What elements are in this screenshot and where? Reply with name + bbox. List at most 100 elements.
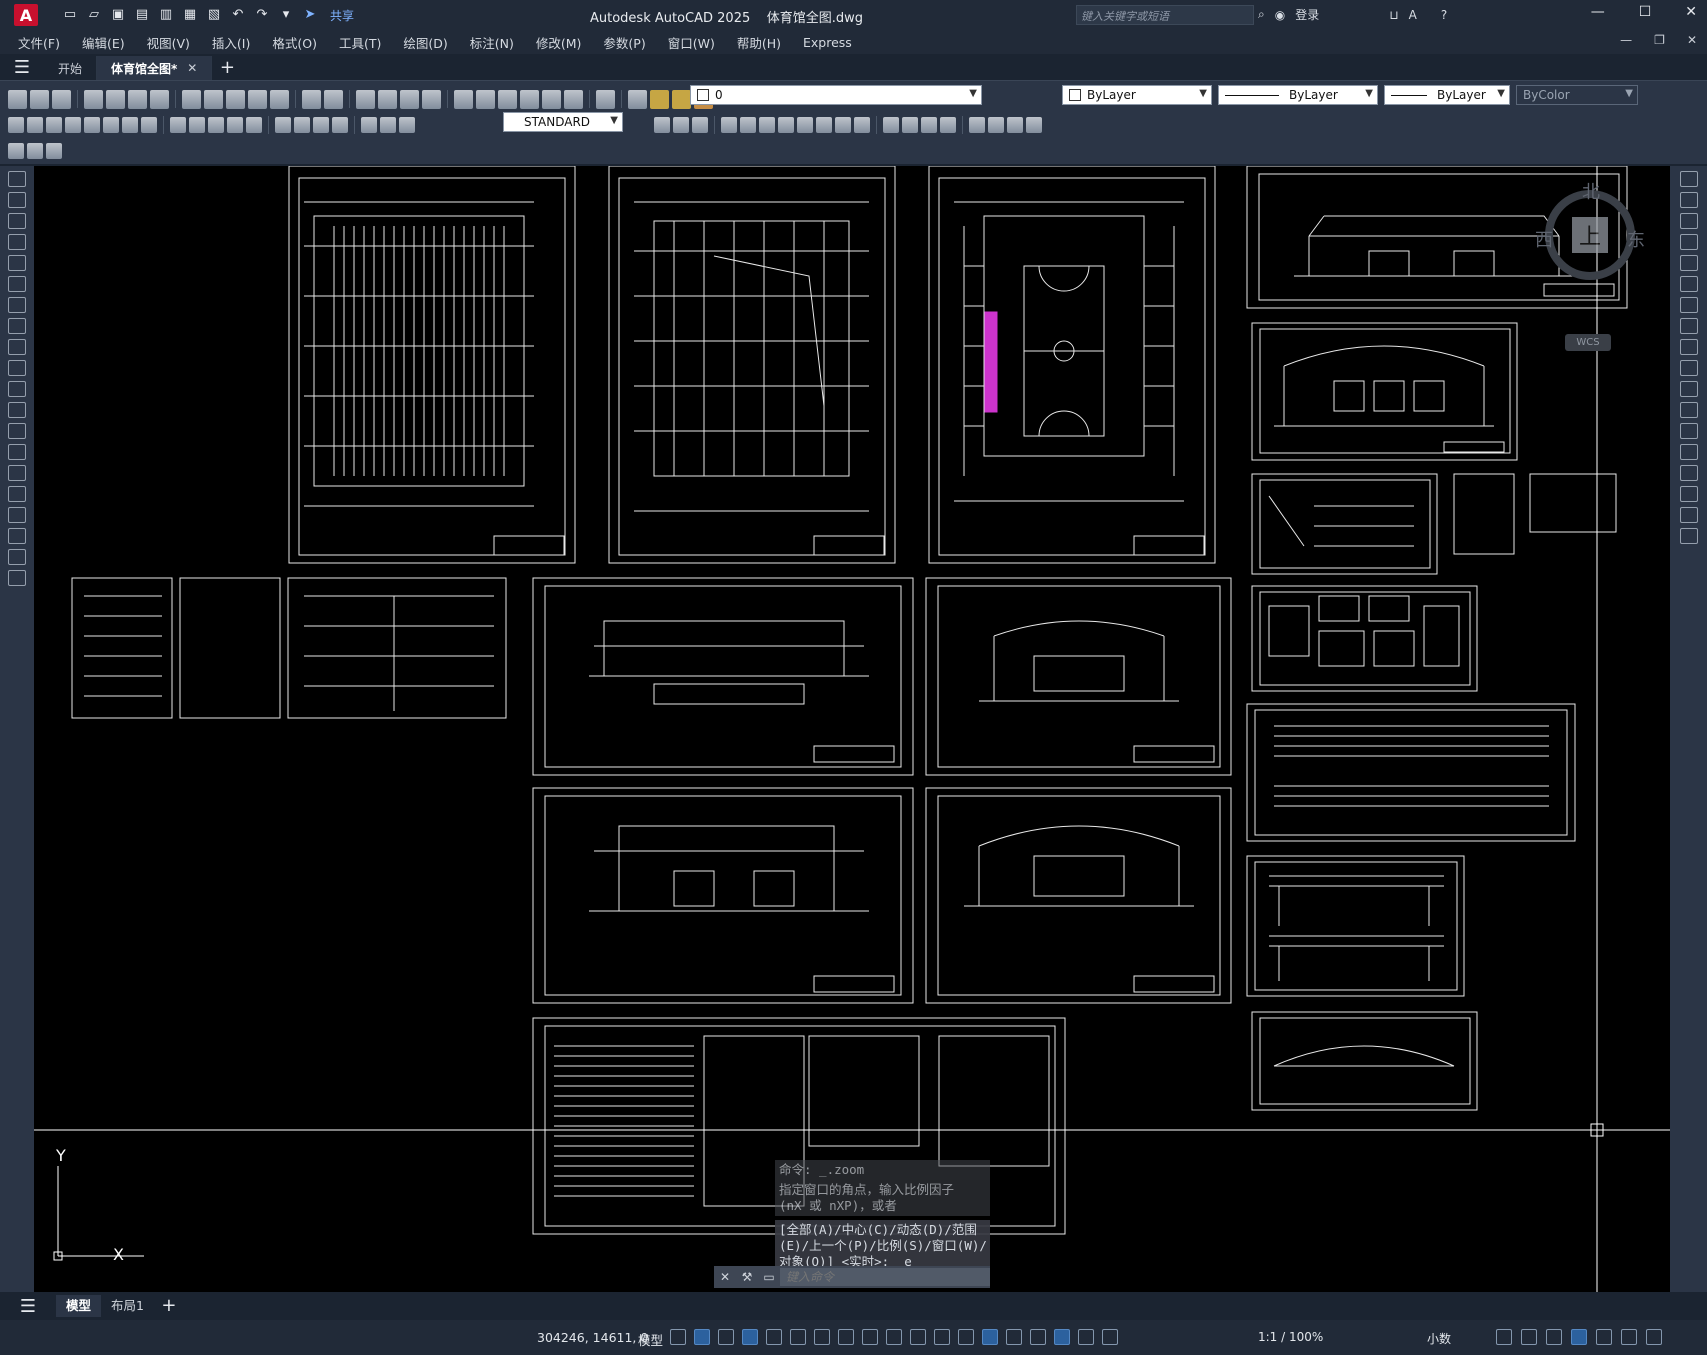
model-space-toggle[interactable]: 模型 bbox=[638, 1330, 663, 1349]
break-icon[interactable] bbox=[1679, 423, 1698, 439]
new-file-icon[interactable]: ▭ bbox=[62, 7, 78, 23]
menu-help[interactable]: 帮助(H) bbox=[737, 33, 781, 52]
coordinate-readout[interactable]: 304246, 14611, 0 bbox=[537, 1330, 648, 1345]
tb-sheetset-icon[interactable] bbox=[520, 89, 539, 109]
point-icon[interactable] bbox=[8, 444, 26, 460]
dynamic-input-icon[interactable] bbox=[742, 1329, 758, 1345]
new-tab-plus-icon[interactable]: + bbox=[212, 56, 242, 80]
line-tool-icon[interactable] bbox=[8, 171, 26, 187]
share-button[interactable]: 共享 bbox=[330, 7, 354, 24]
close-icon[interactable]: ✕ bbox=[1685, 4, 1697, 20]
dim-quick-icon[interactable] bbox=[170, 117, 186, 133]
mod-move-icon[interactable] bbox=[740, 117, 756, 133]
break-at-point-icon[interactable] bbox=[1679, 402, 1698, 418]
tb-undo-icon[interactable] bbox=[302, 89, 321, 109]
undo-icon[interactable]: ↶ bbox=[230, 7, 246, 23]
dim-jogline-icon[interactable] bbox=[332, 117, 348, 133]
tb-save-icon[interactable] bbox=[52, 89, 71, 109]
spline-icon[interactable] bbox=[8, 339, 26, 355]
hatch-icon[interactable] bbox=[8, 465, 26, 481]
save-as-icon[interactable]: ▤ bbox=[134, 7, 150, 23]
isodraft-icon[interactable] bbox=[814, 1329, 830, 1345]
menu-express[interactable]: Express bbox=[803, 35, 852, 50]
mtext-icon[interactable] bbox=[8, 549, 26, 565]
save-icon[interactable]: ▣ bbox=[110, 7, 126, 23]
tb-paste-icon[interactable] bbox=[226, 89, 245, 109]
tb-open-icon[interactable] bbox=[30, 89, 49, 109]
tb-layer-on-icon[interactable] bbox=[650, 89, 669, 109]
dim-space-icon[interactable] bbox=[227, 117, 243, 133]
revcloud-icon[interactable] bbox=[8, 318, 26, 334]
dim-textedit-icon[interactable] bbox=[380, 117, 396, 133]
viewcube[interactable]: 上 北 东 西 bbox=[1535, 180, 1645, 290]
quick-properties-icon[interactable] bbox=[1496, 1329, 1512, 1345]
tb-copy-icon[interactable] bbox=[204, 89, 223, 109]
dim-ordinate-icon[interactable] bbox=[65, 117, 81, 133]
3d-osnap-icon[interactable] bbox=[958, 1329, 974, 1345]
mod-erase-icon[interactable] bbox=[778, 117, 794, 133]
dim-inspect-icon[interactable] bbox=[313, 117, 329, 133]
fillet-icon[interactable] bbox=[1679, 486, 1698, 502]
extend-icon[interactable] bbox=[1679, 381, 1698, 397]
viewcube-top-face[interactable]: 上 bbox=[1572, 217, 1608, 253]
tb-cut-icon[interactable] bbox=[182, 89, 201, 109]
ellipse-icon[interactable] bbox=[8, 360, 26, 376]
command-customize-icon[interactable]: ⚒ bbox=[736, 1270, 758, 1284]
dim-radius-icon[interactable] bbox=[84, 117, 100, 133]
annotation-scale-readout[interactable]: 1:1 / 100% bbox=[1258, 1330, 1323, 1344]
object-snap-icon[interactable] bbox=[862, 1329, 878, 1345]
tab-close-icon[interactable]: ✕ bbox=[187, 61, 197, 75]
plotstyle-dropdown[interactable]: ByColor ▼ bbox=[1516, 85, 1638, 105]
tb-layer-freeze-icon[interactable] bbox=[672, 89, 691, 109]
mod-stretch-icon[interactable] bbox=[883, 117, 899, 133]
mod-rotate-icon[interactable] bbox=[759, 117, 775, 133]
maximize-icon[interactable]: ☐ bbox=[1639, 4, 1652, 20]
redo-icon[interactable]: ↷ bbox=[254, 7, 270, 23]
menu-tools[interactable]: 工具(T) bbox=[339, 33, 381, 52]
tb-plot-icon[interactable] bbox=[84, 89, 103, 109]
dim-arclength-icon[interactable] bbox=[46, 117, 62, 133]
tb-matchprop-icon[interactable] bbox=[248, 89, 267, 109]
mod-extend-icon[interactable] bbox=[921, 117, 937, 133]
menu-modify[interactable]: 修改(M) bbox=[536, 33, 582, 52]
scale-icon[interactable] bbox=[1679, 318, 1698, 334]
tab-start[interactable]: 开始 bbox=[44, 56, 98, 80]
tb-toolpalettes-icon[interactable] bbox=[498, 89, 517, 109]
polyline-icon[interactable] bbox=[8, 213, 26, 229]
mod-copy-icon[interactable] bbox=[797, 117, 813, 133]
clean-screen-icon[interactable] bbox=[1596, 1329, 1612, 1345]
menu-dimension[interactable]: 标注(N) bbox=[470, 33, 514, 52]
help-icon[interactable]: ? bbox=[1441, 8, 1447, 22]
dim-update-icon[interactable] bbox=[399, 117, 415, 133]
customization-icon[interactable] bbox=[1621, 1329, 1637, 1345]
extra-icon-3[interactable] bbox=[46, 143, 62, 159]
tb-new-icon[interactable] bbox=[8, 89, 27, 109]
move-icon[interactable] bbox=[1679, 276, 1698, 292]
stretch-icon[interactable] bbox=[1679, 339, 1698, 355]
gizmo-icon[interactable] bbox=[1030, 1329, 1046, 1345]
transparency-icon[interactable] bbox=[910, 1329, 926, 1345]
mod-explode-icon[interactable] bbox=[1007, 117, 1023, 133]
lock-ui-icon[interactable] bbox=[1521, 1329, 1537, 1345]
mod-break-icon[interactable] bbox=[940, 117, 956, 133]
tb-blockedit-icon[interactable] bbox=[270, 89, 289, 109]
mod-3d-icon-3[interactable] bbox=[692, 117, 708, 133]
region-icon[interactable] bbox=[8, 507, 26, 523]
mod-array-icon[interactable] bbox=[835, 117, 851, 133]
join-icon[interactable] bbox=[1679, 444, 1698, 460]
construction-line-icon[interactable] bbox=[8, 192, 26, 208]
menu-format[interactable]: 格式(O) bbox=[272, 33, 317, 52]
dim-baseline-icon[interactable] bbox=[189, 117, 205, 133]
explode-icon[interactable] bbox=[1679, 528, 1698, 544]
tb-preview-icon[interactable] bbox=[106, 89, 125, 109]
tb-zoom-previous-icon[interactable] bbox=[422, 89, 441, 109]
dim-diameter-icon[interactable] bbox=[122, 117, 138, 133]
arc-icon[interactable] bbox=[8, 276, 26, 292]
selection-cycling-icon[interactable] bbox=[934, 1329, 950, 1345]
isolate-objects-icon[interactable] bbox=[1546, 1329, 1562, 1345]
mod-3d-icon-1[interactable] bbox=[654, 117, 670, 133]
dim-aligned-icon[interactable] bbox=[27, 117, 43, 133]
mod-3d-icon-2[interactable] bbox=[673, 117, 689, 133]
table-icon[interactable] bbox=[8, 528, 26, 544]
tb-zoom-realtime-icon[interactable] bbox=[378, 89, 397, 109]
